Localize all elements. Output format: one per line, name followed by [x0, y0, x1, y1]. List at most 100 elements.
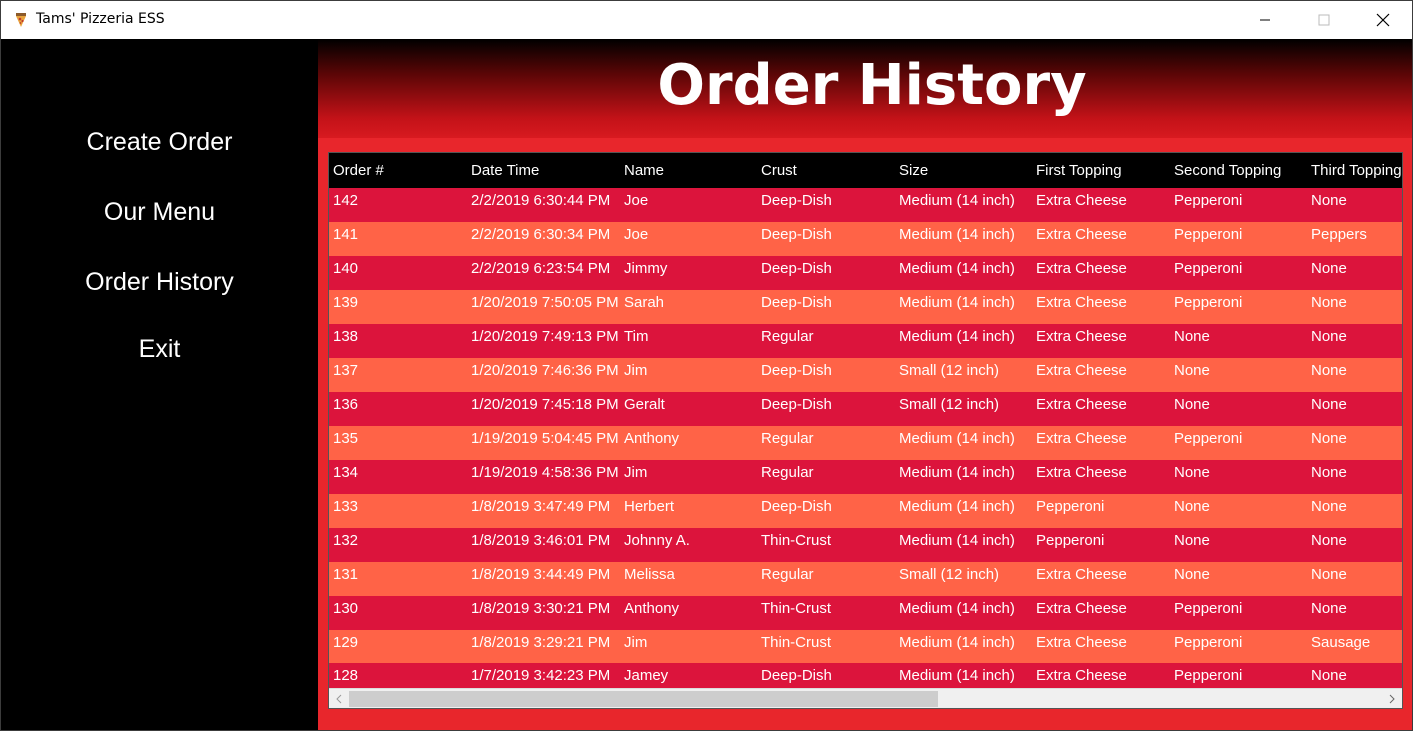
table-row[interactable]: 142 2/2/2019 6:30:44 PM Joe Deep-Dish Medium…	[329, 188, 1402, 222]
table-cell: Thin-Crust	[761, 532, 832, 549]
table-cell: None	[1311, 396, 1347, 413]
table-row[interactable]: 129 1/8/2019 3:29:21 PM Jim Thin-Crust Mediu…	[329, 630, 1402, 664]
table-cell: Pepperoni	[1174, 226, 1243, 243]
nav-create-order[interactable]: Create Order	[1, 128, 318, 157]
column-header[interactable]: Order #	[333, 162, 384, 179]
table-row[interactable]: 134 1/19/2019 4:58:36 PM Jim Regular Medium …	[329, 460, 1402, 494]
table-cell: Medium (14 inch)	[899, 226, 1015, 243]
table-cell: None	[1311, 328, 1347, 345]
table-cell: 134	[333, 464, 359, 481]
scroll-right-button[interactable]	[1382, 689, 1402, 708]
table-cell: None	[1311, 430, 1347, 447]
scroll-thumb[interactable]	[349, 691, 938, 707]
table-cell: Extra Cheese	[1036, 192, 1127, 209]
table-cell: Jim	[624, 464, 648, 481]
table-cell: Thin-Crust	[761, 600, 832, 617]
table-cell: Geralt	[624, 396, 665, 413]
table-cell: 2/2/2019 6:30:34 PM	[471, 226, 611, 243]
table-row[interactable]: 133 1/8/2019 3:47:49 PM Herbert Deep-Dish Me…	[329, 494, 1402, 528]
scroll-left-button[interactable]	[329, 689, 349, 708]
main-content: Order History Order # Date Time Name Cru…	[318, 39, 1412, 730]
table-cell: Medium (14 inch)	[899, 600, 1015, 617]
table-cell: Thin-Crust	[761, 634, 832, 651]
table-cell: 1/8/2019 3:44:49 PM	[471, 566, 611, 583]
table-cell: Small (12 inch)	[899, 362, 1000, 379]
table-cell: Deep-Dish	[761, 362, 832, 379]
column-header[interactable]: First Topping	[1036, 162, 1122, 179]
column-header[interactable]: Date Time	[471, 162, 539, 179]
table-cell: 1/20/2019 7:46:36 PM	[471, 362, 619, 379]
table-cell: 1/8/2019 3:30:21 PM	[471, 600, 611, 617]
title-bar[interactable]: Tams' Pizzeria ESS	[1, 1, 1412, 39]
table-cell: 2/2/2019 6:30:44 PM	[471, 192, 611, 209]
table-cell: 131	[333, 566, 359, 583]
table-cell: Extra Cheese	[1036, 634, 1127, 651]
table-cell: Deep-Dish	[761, 667, 832, 684]
table-cell: Regular	[761, 464, 814, 481]
app-window: Tams' Pizzeria ESS Create Order Our Menu…	[0, 0, 1413, 731]
table-row[interactable]: 136 1/20/2019 7:45:18 PM Geralt Deep-Dish Sm…	[329, 392, 1402, 426]
column-header[interactable]: Name	[624, 162, 664, 179]
order-history-table[interactable]: Order # Date Time Name Crust Size First …	[328, 152, 1403, 709]
minimize-icon	[1260, 19, 1270, 21]
column-header[interactable]: Crust	[761, 162, 797, 179]
table-cell: Extra Cheese	[1036, 260, 1127, 277]
horizontal-scrollbar[interactable]	[329, 688, 1402, 708]
table-cell: Peppers	[1311, 226, 1367, 243]
table-cell: Extra Cheese	[1036, 362, 1127, 379]
table-cell: 129	[333, 634, 359, 651]
table-row[interactable]: 130 1/8/2019 3:30:21 PM Anthony Thin-Crust M…	[329, 596, 1402, 630]
maximize-icon	[1318, 14, 1330, 26]
table-cell: Joe	[624, 192, 649, 209]
table-cell: 139	[333, 294, 359, 311]
table-cell: 130	[333, 600, 359, 617]
table-row[interactable]: 132 1/8/2019 3:46:01 PM Johnny A. Thin-Crus…	[329, 528, 1402, 562]
table-cell: Deep-Dish	[761, 192, 832, 209]
table-cell: Extra Cheese	[1036, 396, 1127, 413]
table-cell: Pepperoni	[1174, 634, 1243, 651]
table-cell: Regular	[761, 328, 814, 345]
nav-exit[interactable]: Exit	[1, 335, 318, 364]
table-cell: 132	[333, 532, 359, 549]
table-cell: None	[1174, 532, 1210, 549]
table-cell: Pepperoni	[1174, 294, 1243, 311]
pizza-app-icon	[13, 12, 29, 28]
column-header[interactable]: Third Topping	[1311, 162, 1402, 179]
table-cell: 138	[333, 328, 359, 345]
table-cell: Pepperoni	[1174, 192, 1243, 209]
table-cell: Melissa	[624, 566, 675, 583]
table-cell: None	[1311, 498, 1347, 515]
table-cell: Medium (14 inch)	[899, 294, 1015, 311]
table-row[interactable]: 138 1/20/2019 7:49:13 PM Tim Regular Medium …	[329, 324, 1402, 358]
column-header[interactable]: Second Topping	[1174, 162, 1281, 179]
table-row[interactable]: 135 1/19/2019 5:04:45 PM Anthony Regular Med…	[329, 426, 1402, 460]
table-cell: Pepperoni	[1174, 600, 1243, 617]
table-cell: Extra Cheese	[1036, 566, 1127, 583]
chevron-right-icon	[1389, 694, 1395, 704]
table-row[interactable]: 131 1/8/2019 3:44:49 PM Melissa Regular Smal…	[329, 562, 1402, 596]
nav-our-menu[interactable]: Our Menu	[1, 198, 318, 227]
table-cell: 1/20/2019 7:50:05 PM	[471, 294, 619, 311]
table-cell: Medium (14 inch)	[899, 464, 1015, 481]
table-cell: 2/2/2019 6:23:54 PM	[471, 260, 611, 277]
table-row[interactable]: 128 1/7/2019 3:42:23 PM Jamey Deep-Dish Medi…	[329, 663, 1402, 688]
table-row[interactable]: 141 2/2/2019 6:30:34 PM Joe Deep-Dish Medium…	[329, 222, 1402, 256]
table-cell: Medium (14 inch)	[899, 260, 1015, 277]
column-header[interactable]: Size	[899, 162, 928, 179]
table-row[interactable]: 140 2/2/2019 6:23:54 PM Jimmy Deep-Dish Medi…	[329, 256, 1402, 290]
nav-order-history[interactable]: Order History	[1, 268, 318, 297]
close-button[interactable]	[1360, 1, 1406, 39]
table-cell: Medium (14 inch)	[899, 498, 1015, 515]
table-cell: Tim	[624, 328, 649, 345]
table-cell: Pepperoni	[1174, 667, 1243, 684]
table-cell: Anthony	[624, 600, 680, 617]
table-cell: None	[1311, 532, 1347, 549]
table-cell: None	[1311, 362, 1347, 379]
minimize-button[interactable]	[1242, 1, 1288, 39]
table-row[interactable]: 139 1/20/2019 7:50:05 PM Sarah Deep-Dish Med…	[329, 290, 1402, 324]
table-row[interactable]: 137 1/20/2019 7:46:36 PM Jim Deep-Dish Small…	[329, 358, 1402, 392]
table-cell: Pepperoni	[1036, 532, 1105, 549]
maximize-button[interactable]	[1301, 1, 1347, 39]
table-cell: Extra Cheese	[1036, 464, 1127, 481]
table-cell: Medium (14 inch)	[899, 634, 1015, 651]
